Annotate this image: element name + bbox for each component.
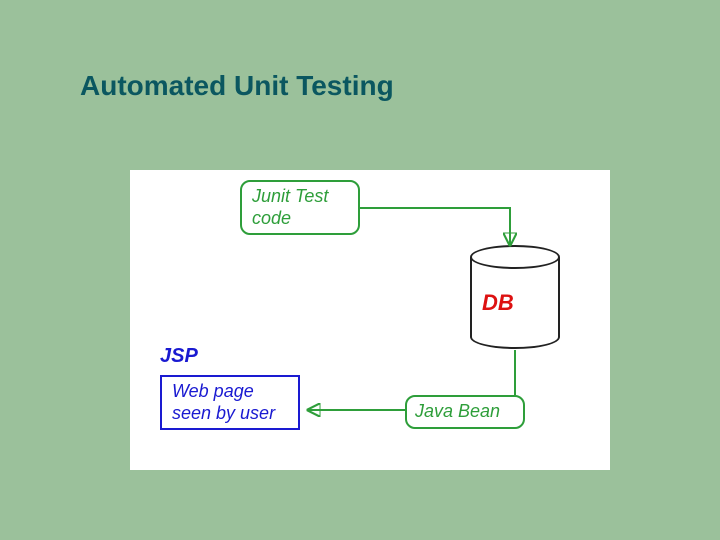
diagram-canvas: Junit Test code JSP Web page seen by use… [130,170,610,470]
db-label: DB [482,290,514,316]
webpage-box: Web page seen by user [160,375,300,430]
slide-title: Automated Unit Testing [80,70,394,102]
arrow-junit-to-db [360,208,510,245]
junit-test-box: Junit Test code [240,180,360,235]
jsp-label: JSP [160,345,198,368]
java-bean-box: Java Bean [405,395,525,429]
